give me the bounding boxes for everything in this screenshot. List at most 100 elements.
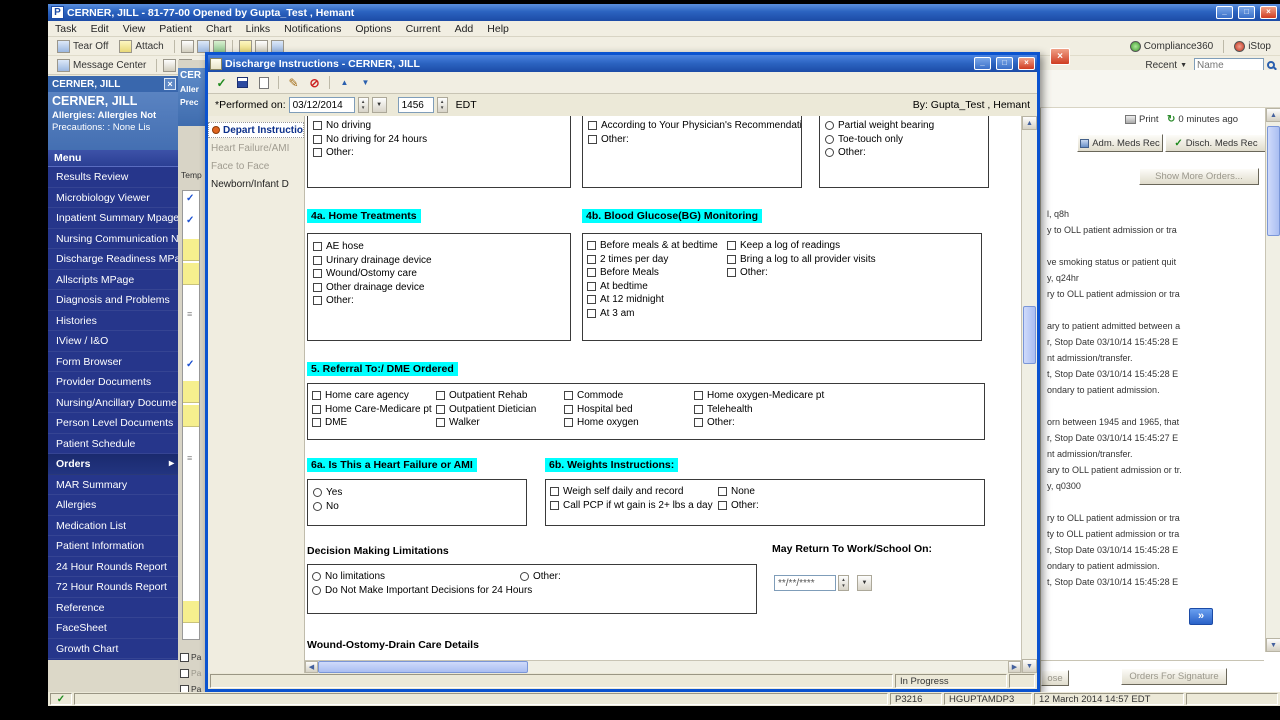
sidebar-menu-item[interactable]: 72 Hour Rounds Report bbox=[48, 577, 178, 598]
checkbox-icon[interactable] bbox=[436, 404, 445, 414]
menubar-item[interactable]: Chart bbox=[199, 23, 239, 35]
scroll-thumb[interactable] bbox=[318, 661, 528, 673]
sidebar-menu-item[interactable]: Patient Information bbox=[48, 536, 178, 557]
form-vertical-scrollbar[interactable]: ▲ ▼ bbox=[1021, 116, 1037, 673]
checkbox-option[interactable]: Keep a log of readings bbox=[727, 239, 876, 253]
checkbox-icon[interactable] bbox=[727, 254, 736, 264]
sidebar-menu-item[interactable]: Microbiology Viewer bbox=[48, 188, 178, 208]
sidebar-menu-item[interactable]: Results Review bbox=[48, 167, 178, 188]
sidebar-menu-item[interactable]: Medication List bbox=[48, 516, 178, 536]
checkbox-icon[interactable] bbox=[694, 404, 703, 414]
checkbox-option[interactable]: Before meals & at bedtime bbox=[587, 239, 718, 253]
checkbox-option[interactable]: Urinary drainage device bbox=[313, 254, 570, 268]
attach-button[interactable]: Attach bbox=[115, 39, 167, 54]
checkbox-icon[interactable] bbox=[436, 418, 445, 428]
checkbox-option[interactable]: No driving for 24 hours bbox=[313, 133, 570, 147]
checkbox-icon[interactable] bbox=[587, 295, 596, 305]
checkbox-icon[interactable] bbox=[313, 148, 322, 158]
menubar-item[interactable]: Patient bbox=[152, 23, 199, 35]
search-icon[interactable] bbox=[1267, 61, 1275, 69]
checkbox-icon[interactable] bbox=[313, 255, 322, 265]
compliance360-button[interactable]: Compliance360 bbox=[1126, 40, 1218, 53]
checkbox-icon[interactable] bbox=[550, 500, 559, 510]
next-section-icon[interactable]: ▼ bbox=[356, 74, 375, 91]
checkbox-icon[interactable] bbox=[312, 418, 321, 428]
performed-date-spinner[interactable]: ▲ ▼ bbox=[357, 97, 369, 113]
sidebar-menu-item[interactable]: Allergies bbox=[48, 495, 178, 516]
performed-date-calendar-button[interactable]: ▼ bbox=[371, 97, 387, 113]
dialog-minimize-button[interactable]: _ bbox=[974, 57, 991, 70]
radio-icon[interactable] bbox=[313, 501, 322, 511]
disch-meds-rec-button[interactable]: ✓ Disch. Meds Rec bbox=[1165, 134, 1267, 152]
checkbox-option[interactable]: Other drainage device bbox=[313, 281, 570, 295]
dialog-titlebar[interactable]: Discharge Instructions - CERNER, JILL _ … bbox=[208, 55, 1037, 72]
print-button[interactable]: Print bbox=[1125, 114, 1159, 125]
scroll-left-button[interactable]: ◀ bbox=[305, 661, 318, 673]
scroll-down-button[interactable]: ▼ bbox=[1022, 659, 1037, 673]
radio-option[interactable]: No bbox=[313, 500, 526, 514]
scroll-up-button[interactable]: ▲ bbox=[1022, 116, 1037, 130]
checkbox-option[interactable]: DME bbox=[312, 416, 432, 430]
checkbox-icon[interactable] bbox=[550, 487, 559, 497]
sidebar-menu-item[interactable]: 24 Hour Rounds Report bbox=[48, 557, 178, 577]
checkbox-option[interactable]: Bring a log to all provider visits bbox=[727, 253, 876, 267]
checkbox-option[interactable]: Other: bbox=[588, 133, 801, 147]
checkbox-option[interactable]: Home oxygen bbox=[564, 416, 639, 430]
menubar-item[interactable]: Options bbox=[348, 23, 398, 35]
scroll-thumb[interactable] bbox=[1023, 306, 1036, 364]
radio-option[interactable]: Other: bbox=[825, 146, 988, 160]
patient-tab-close-icon[interactable]: × bbox=[164, 78, 176, 90]
checkbox-option[interactable]: Outpatient Rehab bbox=[436, 389, 536, 403]
istop-button[interactable]: iStop bbox=[1230, 40, 1275, 53]
adm-meds-rec-button[interactable]: Adm. Meds Rec bbox=[1077, 134, 1163, 152]
radio-option[interactable]: No limitations bbox=[312, 570, 532, 584]
sidebar-menu-item[interactable]: Orders bbox=[48, 454, 178, 475]
checkbox-option[interactable]: Call PCP if wt gain is 2+ lbs a day bbox=[550, 499, 713, 513]
sidebar-menu-item[interactable]: Diagnosis and Problems bbox=[48, 290, 178, 311]
toolbar-icon[interactable] bbox=[254, 39, 268, 53]
radio-option[interactable]: Do Not Make Important Decisions for 24 H… bbox=[312, 584, 532, 598]
sidebar-menu-item[interactable]: Form Browser bbox=[48, 352, 178, 372]
menubar-item[interactable]: Add bbox=[448, 23, 481, 35]
form-section-item[interactable]: Newborn/Infant D bbox=[208, 176, 304, 192]
checkbox-option[interactable]: Walker bbox=[436, 416, 536, 430]
form-section-item[interactable]: Face to Face bbox=[208, 158, 304, 174]
checkbox-option[interactable]: None bbox=[718, 485, 759, 499]
sidebar-menu-item[interactable]: Inpatient Summary Mpage bbox=[48, 208, 178, 229]
checkbox-option[interactable]: Other: bbox=[313, 294, 570, 308]
orders-scrollbar[interactable]: ▲ ▼ bbox=[1265, 108, 1280, 652]
radio-icon[interactable] bbox=[825, 148, 834, 158]
minimize-button[interactable]: _ bbox=[1216, 6, 1233, 19]
checkbox-icon[interactable] bbox=[718, 500, 727, 510]
checkbox-icon[interactable] bbox=[313, 134, 322, 144]
checkbox-icon[interactable] bbox=[312, 404, 321, 414]
checkbox-icon[interactable] bbox=[587, 254, 596, 264]
sidebar-menu-item[interactable]: FaceSheet bbox=[48, 618, 178, 639]
form-section-item[interactable]: Depart Instruction bbox=[208, 122, 304, 138]
checkbox-icon[interactable] bbox=[313, 282, 322, 292]
checkbox-icon[interactable] bbox=[727, 241, 736, 251]
close-button-fragment[interactable]: ose bbox=[1041, 670, 1069, 686]
sidebar-menu-item[interactable]: IView / I&O bbox=[48, 331, 178, 352]
checkbox-icon[interactable] bbox=[180, 652, 189, 662]
checkbox-icon[interactable] bbox=[564, 391, 573, 401]
sidebar-menu-item[interactable]: Reference bbox=[48, 598, 178, 618]
checkbox-icon[interactable] bbox=[180, 668, 189, 678]
checkbox-icon[interactable] bbox=[588, 134, 597, 144]
performed-time-spinner[interactable]: ▲ ▼ bbox=[436, 97, 448, 113]
performed-date-input[interactable]: 03/12/2014 bbox=[288, 97, 355, 113]
checkbox-option[interactable]: At 12 midnight bbox=[587, 293, 718, 307]
checkbox-icon[interactable] bbox=[564, 418, 573, 428]
checkbox-option[interactable]: Other: bbox=[718, 499, 759, 513]
sidebar-menu-item[interactable]: Person Level Documents bbox=[48, 413, 178, 434]
sidebar-menu-item[interactable]: Allscripts MPage bbox=[48, 270, 178, 290]
radio-icon[interactable] bbox=[825, 134, 834, 144]
checkbox-option[interactable]: Commode bbox=[564, 389, 639, 403]
checkbox-option[interactable]: At bedtime bbox=[587, 280, 718, 294]
form-section-item[interactable]: Heart Failure/AMI bbox=[208, 140, 304, 156]
checkbox-option[interactable]: Before Meals bbox=[587, 266, 718, 280]
toolbar-icon[interactable] bbox=[163, 58, 177, 72]
radio-option[interactable]: Yes bbox=[313, 486, 526, 500]
return-date-spinner[interactable]: ▲ ▼ bbox=[838, 575, 849, 591]
radio-option[interactable]: Partial weight bearing bbox=[825, 119, 988, 133]
